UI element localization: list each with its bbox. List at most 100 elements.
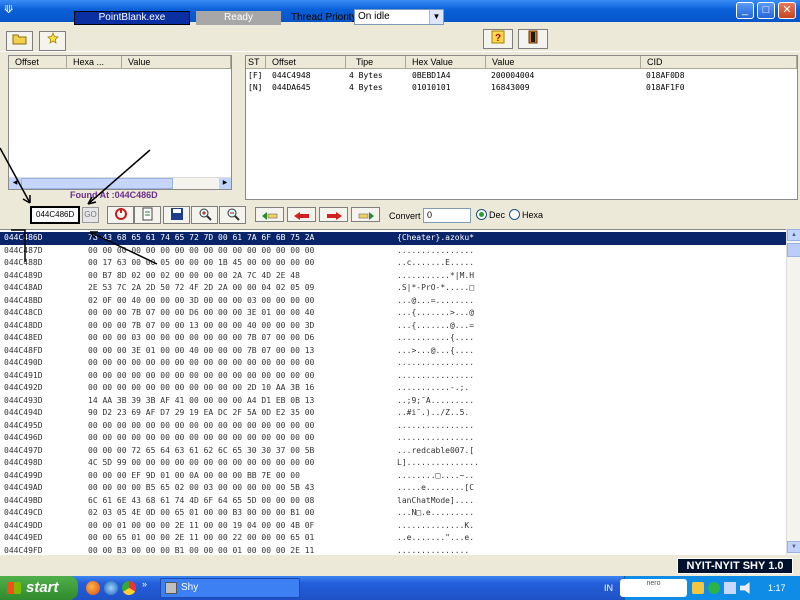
exit-button[interactable] (518, 29, 548, 49)
hex-row[interactable]: 044C49BD 6C 61 6E 43 68 61 74 4D 6F 64 65… (0, 495, 786, 508)
hex-row[interactable]: 044C49FD 00 00 B3 00 00 00 B1 00 00 00 01… (0, 545, 786, 556)
save-button[interactable] (163, 206, 190, 224)
chevron-down-icon[interactable]: ▼ (429, 10, 443, 24)
hex-row-ascii: ...........{.... (397, 333, 475, 342)
hex-dump-view[interactable]: 044C486D 7B 43 68 65 61 74 65 72 7D 00 61… (0, 229, 800, 555)
internet-explorer-icon[interactable] (104, 581, 118, 595)
address-input[interactable]: 044C486D (30, 206, 80, 224)
hex-row[interactable]: 044C48ED 00 00 00 03 00 00 00 00 00 00 00… (0, 332, 786, 345)
edit-button[interactable] (134, 206, 161, 224)
refresh-icon (114, 208, 127, 220)
app-icon[interactable]: ⟱ (4, 4, 16, 16)
hex-row[interactable]: 044C49DD 00 00 01 00 00 00 2E 11 00 00 19… (0, 520, 786, 533)
vertical-scrollbar[interactable]: ▲ ▼ (786, 229, 800, 555)
last-page-button[interactable] (351, 207, 380, 222)
save-icon (170, 208, 183, 220)
hex-row[interactable]: 044C486D 7B 43 68 65 61 74 65 72 7D 00 61… (0, 232, 786, 245)
horizontal-scroll-thumb[interactable] (21, 178, 173, 189)
start-button[interactable]: start (0, 576, 78, 600)
hex-row[interactable]: 044C491D 00 00 00 00 00 00 00 00 00 00 00… (0, 370, 786, 383)
scroll-left-icon[interactable]: ◀ (9, 178, 21, 189)
hex-row[interactable]: 044C499D 00 00 00 EF 9D 01 00 0A 00 00 00… (0, 470, 786, 483)
scroll-down-icon[interactable]: ▼ (787, 541, 800, 553)
maximize-button[interactable]: □ (757, 2, 775, 19)
help-button[interactable]: ? (483, 29, 513, 49)
attach-process-button[interactable] (39, 31, 66, 51)
zoom-out-button[interactable] (219, 206, 246, 224)
process-name-field[interactable]: PointBlank.exe (74, 11, 190, 25)
tray-app-icon[interactable] (692, 582, 704, 594)
convert-input[interactable]: 0 (423, 208, 471, 223)
quicklaunch-more-icon[interactable]: » (142, 579, 147, 589)
next-button[interactable] (319, 207, 348, 222)
edit-page-icon (142, 207, 152, 221)
hex-row-address: 044C489D (4, 270, 43, 280)
hex-row[interactable]: 044C498D 4C 5D 99 00 00 00 00 00 00 00 00… (0, 457, 786, 470)
hex-row[interactable]: 044C494D 90 D2 23 69 AF D7 29 19 EA DC 2F… (0, 407, 786, 420)
hex-row-bytes: 90 D2 23 69 AF D7 29 19 EA DC 2F 5A 0D E… (88, 408, 315, 417)
hex-row[interactable]: 044C49AD 00 00 00 00 B5 65 02 00 03 00 00… (0, 482, 786, 495)
right-col-hex-value[interactable]: Hex Value (406, 56, 486, 69)
hex-row[interactable]: 044C487D 00 00 00 00 00 00 00 00 00 00 00… (0, 245, 786, 258)
dec-radio[interactable] (476, 209, 487, 220)
nero-search-box[interactable]: nero (620, 579, 687, 597)
hex-row-ascii: ................ (397, 420, 475, 430)
hex-row[interactable]: 044C492D 00 00 00 00 00 00 00 00 00 00 00… (0, 382, 786, 395)
hex-row[interactable]: 044C48DD 00 00 00 7B 07 00 00 13 00 00 00… (0, 320, 786, 333)
hex-row[interactable]: 044C493D 14 AA 3B 39 3B AF 41 00 00 00 00… (0, 395, 786, 408)
tray-security-icon[interactable] (708, 582, 720, 594)
left-col-offset[interactable]: Offset (9, 56, 67, 69)
right-col-offset[interactable]: Offset (266, 56, 346, 69)
hex-row[interactable]: 044C49CD 02 03 05 4E 0D 00 65 01 00 00 B3… (0, 507, 786, 520)
result-value: 200004004 (491, 71, 535, 80)
right-col-st[interactable]: ST (246, 56, 266, 69)
hex-row[interactable]: 044C49ED 00 00 65 01 00 00 2E 11 00 00 22… (0, 532, 786, 545)
chrome-icon[interactable] (122, 581, 136, 595)
close-button[interactable]: ✕ (778, 2, 796, 19)
hex-row-ascii: ...>...@...{.... (397, 345, 475, 355)
zoom-in-button[interactable] (191, 206, 218, 224)
previous-button[interactable] (287, 207, 316, 222)
left-col-hexa[interactable]: Hexa ... (67, 56, 122, 69)
right-col-value[interactable]: Value (486, 56, 641, 69)
right-results-list[interactable]: ST Offset Tipe Hex Value Value CID [F] 0… (245, 55, 798, 200)
thread-priority-select[interactable]: On idle ▼ (354, 9, 444, 25)
scroll-up-icon[interactable]: ▲ (787, 229, 800, 241)
thread-priority-label: Thread Priority : (291, 12, 363, 23)
vertical-scroll-thumb[interactable] (787, 243, 800, 257)
hex-row-ascii: ..............K. (397, 520, 475, 530)
go-button[interactable]: GO (82, 207, 99, 223)
thread-priority-value: On idle (358, 11, 390, 22)
refresh-button[interactable] (107, 206, 134, 224)
hex-row[interactable]: 044C48CD 00 00 00 7B 07 00 00 D6 00 00 00… (0, 307, 786, 320)
scroll-right-icon[interactable]: ▶ (219, 178, 231, 189)
right-col-tipe[interactable]: Tipe (346, 56, 406, 69)
hex-row-ascii: L]............... (397, 458, 479, 467)
language-indicator[interactable]: IN (604, 582, 613, 594)
hex-row-ascii: ............... (397, 545, 470, 555)
hex-row[interactable]: 044C495D 00 00 00 00 00 00 00 00 00 00 00… (0, 420, 786, 433)
hex-row[interactable]: 044C497D 00 00 00 72 65 64 63 61 62 6C 65… (0, 445, 786, 458)
network-icon[interactable] (724, 582, 736, 594)
hex-row[interactable]: 044C48FD 00 00 00 3E 01 00 00 40 00 00 00… (0, 345, 786, 358)
open-button[interactable] (6, 31, 33, 51)
right-col-cid[interactable]: CID (641, 56, 797, 69)
result-row[interactable]: [F] 044C4948 4 Bytes 0BEBD1A4 200004004 … (246, 70, 797, 82)
hex-row[interactable]: 044C48AD 2E 53 7C 2A 2D 50 72 4F 2D 2A 00… (0, 282, 786, 295)
taskbar-item-shy[interactable]: Shy (160, 578, 300, 598)
hex-row-address: 044C49AD (4, 483, 43, 492)
firefox-icon[interactable] (86, 581, 100, 595)
hex-row[interactable]: 044C489D 00 B7 8D 02 00 02 00 00 00 00 2A… (0, 270, 786, 283)
hex-row[interactable]: 044C496D 00 00 00 00 00 00 00 00 00 00 00… (0, 432, 786, 445)
left-results-list[interactable]: Offset Hexa ... Value ◀ ▶ (8, 55, 232, 190)
hex-row[interactable]: 044C490D 00 00 00 00 00 00 00 00 00 00 00… (0, 357, 786, 370)
left-col-value[interactable]: Value (122, 56, 231, 69)
hexa-radio[interactable] (509, 209, 520, 220)
hex-row[interactable]: 044C48BD 02 0F 00 40 00 00 00 3D 00 00 00… (0, 295, 786, 308)
minimize-button[interactable]: _ (736, 2, 754, 19)
horizontal-scrollbar[interactable]: ◀ ▶ (9, 177, 231, 189)
result-row[interactable]: [N] 044DA645 4 Bytes 01010101 16843009 0… (246, 82, 797, 94)
windows-logo-icon (7, 582, 21, 594)
first-page-button[interactable] (255, 207, 284, 222)
hex-row[interactable]: 044C488D 00 17 63 00 00 05 00 00 00 1B 45… (0, 257, 786, 270)
